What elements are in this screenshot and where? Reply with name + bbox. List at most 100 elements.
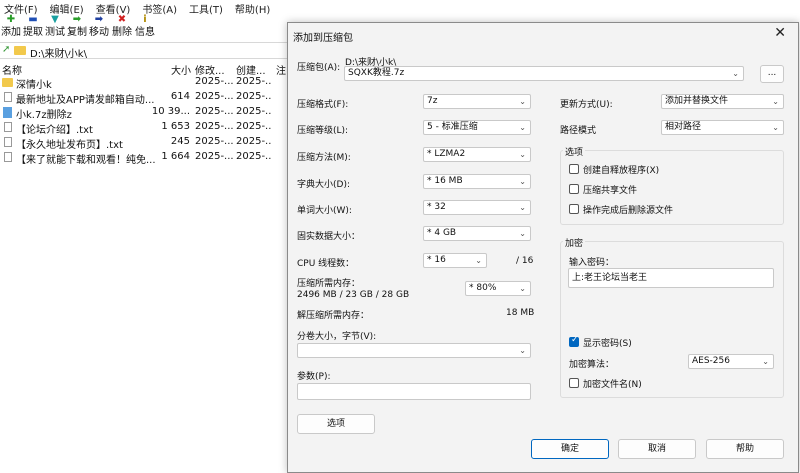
split-combo[interactable]: ⌄	[297, 343, 531, 358]
shared-label: 压缩共享文件	[583, 186, 638, 196]
enc-method-label: 加密算法：	[569, 360, 615, 370]
table-row[interactable]: 深情小k 2025-... 2025-...	[0, 75, 290, 91]
delete-after-checkbox[interactable]	[569, 204, 579, 214]
move-arrow-icon: ➡	[94, 14, 104, 25]
chevron-down-icon: ⌄	[519, 203, 526, 212]
enc-method-select[interactable]: AES-256 ⌄	[688, 354, 774, 369]
options-button[interactable]: 选项	[297, 414, 375, 434]
delete-icon: ✖	[117, 14, 127, 25]
pathmode-select[interactable]: 相对路径 ⌄	[661, 120, 784, 135]
close-icon[interactable]: ✕	[774, 25, 786, 41]
info-icon: i	[143, 14, 147, 25]
format-select[interactable]: 7z ⌄	[423, 94, 531, 109]
copy-button[interactable]: ➡ 复制	[66, 14, 88, 39]
menu-bookmarks[interactable]: 书签(A)	[136, 0, 183, 16]
file-icon	[4, 137, 12, 147]
params-input[interactable]	[297, 383, 531, 400]
file-icon	[4, 122, 12, 132]
pathmode-label: 路径模式	[560, 126, 597, 136]
info-button[interactable]: i 信息	[134, 14, 156, 39]
menu-view[interactable]: 查看(V)	[90, 0, 137, 16]
add-button[interactable]: ✚ 添加	[0, 14, 22, 39]
dict-label: 字典大小(D):	[297, 180, 350, 190]
table-row[interactable]: 【永久地址发布页】.txt 245 2025-... 2025-...	[0, 135, 290, 151]
shared-checkbox[interactable]	[569, 184, 579, 194]
test-icon: ▼	[51, 14, 59, 25]
chevron-down-icon: ⌄	[519, 229, 526, 238]
folder-icon	[14, 46, 26, 55]
table-row[interactable]: 【论坛介绍】.txt 1 653 2025-... 2025-...	[0, 120, 290, 136]
table-row[interactable]: 小k.7z删除z 10 39... 2025-... 2025-...	[0, 105, 290, 121]
delete-after-label: 操作完成后删除源文件	[583, 206, 674, 216]
file-icon	[4, 152, 12, 162]
ok-button[interactable]: 确定	[531, 439, 609, 459]
params-label: 参数(P):	[297, 372, 331, 382]
copy-arrow-icon: ➡	[72, 14, 82, 25]
options-group-title: 选项	[563, 145, 586, 158]
menu-tools[interactable]: 工具(T)	[183, 0, 229, 16]
method-select[interactable]: * LZMA2 ⌄	[423, 147, 531, 162]
archive-name-combo[interactable]: SQXK教程.7z ⌄	[344, 66, 744, 81]
plus-icon: ✚	[6, 14, 16, 25]
dialog-title: 添加到压缩包	[293, 33, 353, 44]
add-to-archive-dialog: 添加到压缩包 ✕ 压缩包(A): D:\来财\小k\ SQXK教程.7z ⌄ .…	[287, 22, 799, 473]
encrypt-names-checkbox[interactable]	[569, 378, 579, 388]
show-password-label: 显示密码(S)	[583, 339, 632, 349]
sfx-checkbox[interactable]	[569, 164, 579, 174]
test-button[interactable]: ▼ 测试	[44, 14, 66, 39]
archive-label: 压缩包(A):	[297, 63, 341, 73]
folder-icon	[2, 78, 13, 87]
word-select[interactable]: * 32 ⌄	[423, 200, 531, 215]
chevron-down-icon: ⌄	[519, 346, 526, 355]
chevron-down-icon: ⌄	[519, 284, 526, 293]
update-label: 更新方式(U):	[560, 100, 613, 110]
path-bar[interactable]: ➚ D:\来财\小k\	[0, 42, 290, 60]
word-label: 单词大小(W):	[297, 206, 352, 216]
mem-percent-select[interactable]: * 80% ⌄	[465, 281, 531, 296]
browse-button[interactable]: ...	[760, 65, 784, 83]
help-button[interactable]: 帮助	[706, 439, 784, 459]
level-select[interactable]: 5 - 标准压缩 ⌄	[423, 120, 531, 135]
toolbar: ✚ 添加 ▬ 提取 ▼ 测试 ➡ 复制 ➡ 移动 ✖ 删除 i 信息	[0, 14, 290, 42]
mem-comp-label: 压缩所需内存：	[297, 279, 361, 289]
sfx-label: 创建自释放程序(X)	[583, 166, 660, 176]
chevron-down-icon: ⌄	[519, 123, 526, 132]
chevron-down-icon: ⌄	[475, 256, 482, 265]
password-label: 输入密码：	[569, 258, 615, 268]
chevron-down-icon: ⌄	[732, 69, 739, 78]
file-icon	[4, 92, 12, 102]
cancel-button[interactable]: 取消	[618, 439, 696, 459]
encrypt-names-label: 加密文件名(N)	[583, 380, 642, 390]
method-label: 压缩方法(M):	[297, 153, 351, 163]
cpu-select[interactable]: * 16 ⌄	[423, 253, 487, 268]
delete-button[interactable]: ✖ 删除	[111, 14, 133, 39]
show-password-checkbox[interactable]	[569, 335, 579, 347]
encryption-group-title: 加密	[563, 236, 586, 249]
archive-icon	[3, 107, 12, 118]
chevron-down-icon: ⌄	[519, 97, 526, 106]
cpu-label: CPU 线程数：	[297, 259, 355, 269]
solid-select[interactable]: * 4 GB ⌄	[423, 226, 531, 241]
up-folder-icon[interactable]: ➚	[2, 44, 10, 55]
table-row[interactable]: 最新地址及APP请发邮箱自动... 614 2025-... 2025-...	[0, 90, 290, 106]
file-list-header: 名称 大小 修改... 创建... 注	[0, 60, 290, 77]
mem-comp-value: 2496 MB / 23 GB / 28 GB	[297, 290, 410, 300]
chevron-down-icon: ⌄	[519, 150, 526, 159]
update-select[interactable]: 添加并替换文件 ⌄	[661, 94, 784, 109]
file-list: 名称 大小 修改... 创建... 注 深情小k 2025-... 2025-.…	[0, 60, 290, 166]
mem-decomp-label: 解压缩所需内存：	[297, 311, 370, 321]
app-root: 文件(F) 编辑(E) 查看(V) 书签(A) 工具(T) 帮助(H) ✚ 添加…	[0, 0, 800, 473]
move-button[interactable]: ➡ 移动	[88, 14, 110, 39]
menu-help[interactable]: 帮助(H)	[229, 0, 276, 16]
dict-select[interactable]: * 16 MB ⌄	[423, 174, 531, 189]
extract-button[interactable]: ▬ 提取	[22, 14, 44, 39]
minus-icon: ▬	[28, 14, 38, 25]
mem-decomp-value: 18 MB	[506, 308, 535, 318]
menu-edit[interactable]: 编辑(E)	[44, 0, 90, 16]
chevron-down-icon: ⌄	[772, 97, 779, 106]
chevron-down-icon: ⌄	[519, 177, 526, 186]
solid-label: 固实数据大小：	[297, 232, 361, 242]
table-row[interactable]: 【来了就能下载和观看！纯免... 1 664 2025-... 2025-...	[0, 150, 290, 166]
menu-file[interactable]: 文件(F)	[0, 0, 44, 16]
password-input[interactable]: 上:老王论坛当老王	[568, 268, 774, 288]
